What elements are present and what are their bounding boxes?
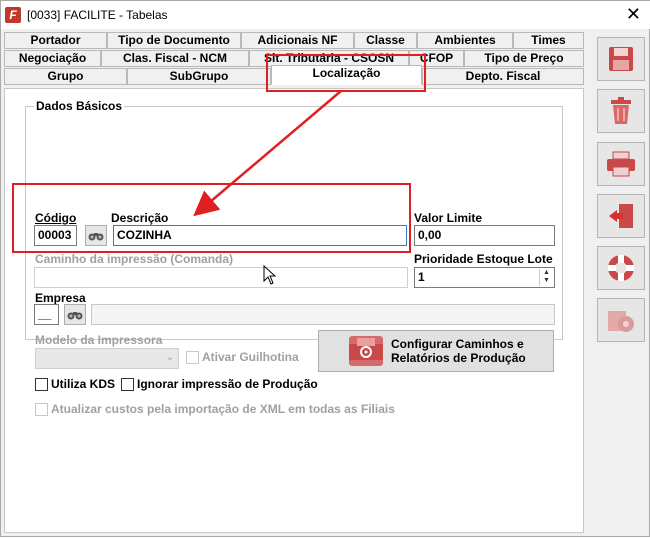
annotation-arrow — [193, 90, 342, 217]
app-window: F [0033] FACILITE - Tabelas ✕ Portador T… — [0, 0, 650, 537]
